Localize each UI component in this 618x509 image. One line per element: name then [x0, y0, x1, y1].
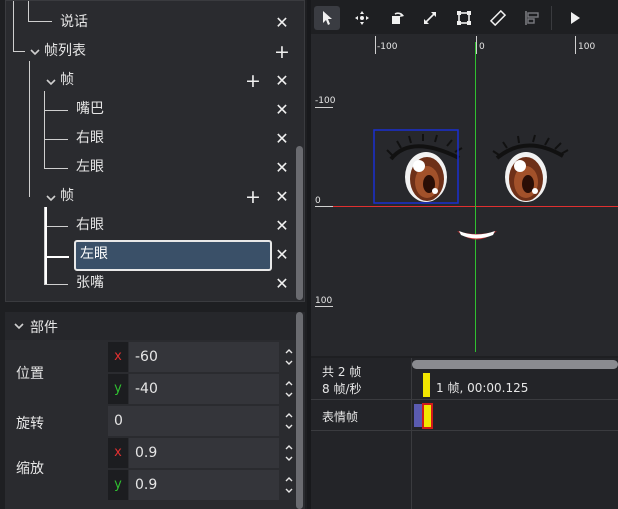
properties-body: 位置 x -60 y -40 旋转 0 缩放 x 0.9 y 0.9 [5, 340, 305, 509]
tree-item-frame-1[interactable]: 帧 [60, 70, 74, 90]
add-part-button[interactable]: + [245, 188, 261, 207]
tree-connector [28, 1, 29, 21]
properties-scrollbar[interactable] [296, 312, 303, 509]
remove-item-button[interactable]: ✕ [274, 131, 290, 147]
playhead-marker[interactable] [423, 373, 430, 397]
toolbar-separator [551, 6, 552, 30]
position-y-stepper[interactable] [283, 374, 295, 404]
tree-connector [29, 61, 30, 197]
chevron-down-icon[interactable] [29, 46, 41, 58]
position-label: 位置 [16, 366, 44, 382]
remove-item-button[interactable]: ✕ [274, 160, 290, 176]
chevron-down-icon[interactable] [13, 320, 25, 332]
select-arrow-icon[interactable] [314, 6, 340, 30]
scale-label: 缩放 [16, 461, 44, 477]
chevron-down-icon[interactable] [45, 192, 57, 204]
tree-connector [44, 284, 68, 285]
axis-y-tag: y [108, 470, 128, 500]
current-frame-info: 1 帧, 00:00.125 [436, 381, 529, 395]
tree-connector [44, 91, 45, 169]
tree-item-left-eye[interactable]: 左眼 [76, 157, 104, 177]
play-icon[interactable] [562, 6, 588, 30]
left-eye-sprite [386, 134, 463, 202]
remove-item-button[interactable]: ✕ [274, 276, 290, 292]
mouth-sprite [457, 231, 497, 240]
add-frame-button[interactable]: + [274, 43, 290, 62]
tree-connector [13, 1, 14, 51]
timeline-divider [311, 399, 618, 400]
tree-item-speak[interactable]: 说话 [60, 12, 88, 32]
tree-connector [45, 207, 47, 285]
rotation-input[interactable]: 0 [108, 406, 279, 436]
timeline-divider [411, 358, 412, 509]
tree-item-right-eye[interactable]: 右眼 [76, 215, 104, 235]
rotation-label: 旋转 [16, 416, 44, 432]
add-part-button[interactable]: + [245, 72, 261, 91]
move-icon[interactable] [349, 6, 375, 30]
scale-x-input[interactable]: 0.9 [129, 438, 279, 468]
rotate-icon[interactable] [384, 6, 410, 30]
remove-item-button[interactable]: ✕ [274, 73, 290, 89]
track-label: 表情帧 [322, 410, 359, 424]
total-frames-label: 共 2 帧 [322, 365, 362, 379]
tree-connector [45, 256, 69, 258]
timeline-divider [311, 430, 618, 431]
scale-x-stepper[interactable] [283, 438, 295, 468]
tree-item-frame-2[interactable]: 帧 [60, 186, 74, 206]
fps-label: 8 帧/秒 [322, 382, 362, 396]
scale-y-input[interactable]: 0.9 [129, 470, 279, 500]
align-icon[interactable] [519, 6, 545, 30]
remove-item-button[interactable]: ✕ [274, 218, 290, 234]
axis-y-tag: y [108, 374, 128, 404]
crop-frame-icon[interactable] [451, 6, 477, 30]
position-x-stepper[interactable] [283, 342, 295, 372]
timeline-panel: 共 2 帧 8 帧/秒 1 帧, 00:00.125 表情帧 [311, 358, 618, 509]
timeline-scrollbar[interactable] [412, 360, 618, 369]
axis-x-tag: x [108, 342, 128, 372]
tree-item-mouth[interactable]: 嘴巴 [76, 99, 104, 119]
right-eye-sprite [492, 134, 569, 202]
keyframe-block-selected[interactable] [422, 403, 433, 429]
chevron-down-icon[interactable] [45, 76, 57, 88]
properties-title: 部件 [30, 320, 58, 336]
tree-connector [44, 168, 68, 169]
scale-y-stepper[interactable] [283, 470, 295, 500]
position-y-input[interactable]: -40 [129, 374, 279, 404]
tree-item-frame-list[interactable]: 帧列表 [44, 41, 86, 61]
character-face-preview [373, 129, 569, 240]
tree-connector [28, 21, 52, 22]
tree-item-right-eye[interactable]: 右眼 [76, 128, 104, 148]
tree-connector [44, 226, 68, 227]
properties-header[interactable]: 部件 [5, 312, 305, 340]
tree-scrollbar[interactable] [296, 146, 303, 300]
axis-x-tag: x [108, 438, 128, 468]
rotation-stepper[interactable] [283, 406, 295, 436]
frame-tree-panel: 说话 ✕ 帧列表 + 帧 + ✕ 嘴巴 ✕ 右眼 ✕ 左眼 ✕ 帧 + ✕ 右眼… [5, 0, 305, 302]
remove-item-button[interactable]: ✕ [274, 247, 290, 263]
tree-connector [44, 139, 68, 140]
position-x-input[interactable]: -60 [129, 342, 279, 372]
remove-item-button[interactable]: ✕ [274, 102, 290, 118]
resize-icon[interactable] [417, 6, 443, 30]
tree-connector [44, 110, 68, 111]
tree-connector [13, 51, 25, 52]
ruler-icon[interactable] [485, 6, 511, 30]
tree-item-open-mouth[interactable]: 张嘴 [76, 273, 104, 293]
remove-item-button[interactable]: ✕ [274, 189, 290, 205]
toolbar [311, 0, 618, 34]
keyframe-block[interactable] [414, 404, 422, 427]
tree-item-left-eye[interactable]: 左眼 [80, 244, 108, 264]
editor-canvas[interactable]: -100 0 100 -100 0 100 [311, 34, 618, 356]
remove-item-button[interactable]: ✕ [274, 15, 290, 31]
